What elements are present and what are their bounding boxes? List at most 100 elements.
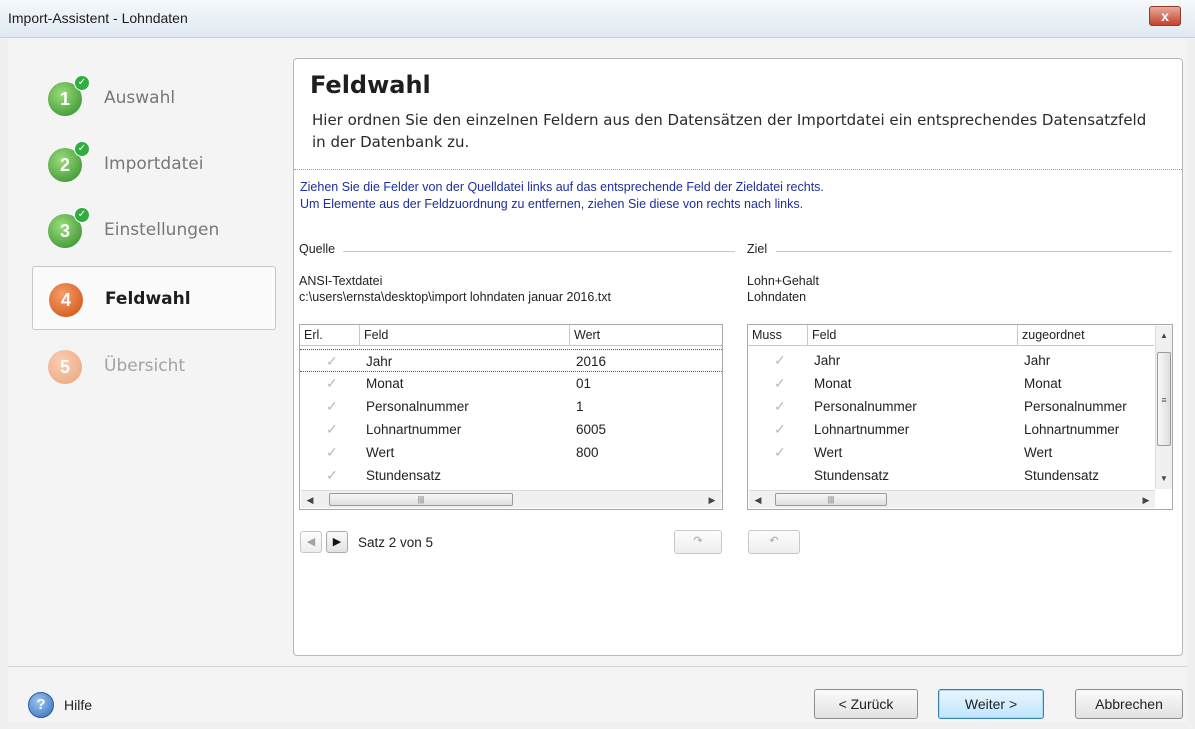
field-name: Wert [814,445,843,460]
checkmark-icon: ✓ [774,444,786,460]
field-name: Lohnartnummer [814,422,910,437]
scroll-up-icon[interactable]: ▲ [1157,329,1171,343]
target-group-label: Ziel [747,242,768,256]
step-auswahl[interactable]: 1 ✓ Auswahl [32,66,276,130]
divider [776,251,1172,252]
cancel-button[interactable]: Abbrechen [1075,689,1183,719]
target-info: Lohn+Gehalt Lohndaten [747,273,819,305]
source-file-path: c:\users\ernsta\desktop\import lohndaten… [299,290,611,304]
back-button[interactable]: < Zurück [814,689,918,719]
checkmark-icon: ✓ [74,141,90,157]
field-value: 2016 [576,354,607,369]
source-field-table[interactable]: Erl. Feld Wert ✓ Jahr 2016 ✓ Monat 01 ✓ … [299,324,723,510]
assigned-field: Lohnartnummer [1024,422,1120,437]
step-number-badge: 4 [49,283,83,317]
table-row[interactable]: ✓ Lohnartnummer Lohnartnummer [748,418,1154,441]
redo-icon: ↷ [693,535,703,547]
assigned-field: Stundensatz [1024,468,1100,483]
scroll-left-icon[interactable]: ◀ [303,493,317,507]
field-value: 6005 [576,422,607,437]
redo-button[interactable]: ↷ [674,530,722,554]
table-row[interactable]: ✓ Stundensatz [300,464,722,487]
divider [294,169,1182,170]
column-header-muss[interactable]: Muss [748,325,808,345]
vertical-scrollbar[interactable]: ▲ ≡ ▼ [1155,326,1172,489]
assigned-field: Monat [1024,376,1062,391]
step-label: Feldwahl [105,289,191,309]
horizontal-scrollbar[interactable]: ◀ ||| ▶ [749,490,1155,508]
field-value: 1 [576,399,584,414]
undo-button[interactable]: ↶ [748,530,800,554]
table-row[interactable]: ✓ Lohnartnummer 6005 [300,418,722,441]
column-header-feld[interactable]: Feld [808,325,1018,345]
field-name: Personalnummer [814,399,917,414]
checkmark-icon: ✓ [774,421,786,437]
table-row[interactable]: ✓ Personalnummer Personalnummer [748,395,1154,418]
scroll-left-icon[interactable]: ◀ [751,493,765,507]
title-bar: Import-Assistent - Lohndaten x [0,0,1195,38]
target-field-table[interactable]: Muss Feld zugeordnet ✓ Jahr Jahr ✓ Monat… [747,324,1173,510]
source-info: ANSI-Textdatei c:\users\ernsta\desktop\i… [299,273,611,305]
column-header-wert[interactable]: Wert [570,325,722,345]
table-row[interactable]: ✓ Monat Monat [748,372,1154,395]
source-file-type: ANSI-Textdatei [299,274,383,288]
table-header: Muss Feld zugeordnet [748,325,1154,346]
instruction-line: Ziehen Sie die Felder von der Quelldatei… [300,180,824,194]
checkmark-icon: ✓ [326,353,338,369]
field-name: Monat [814,376,852,391]
field-name: Jahr [814,353,841,368]
triangle-right-icon: ▶ [332,536,342,548]
scrollbar-thumb[interactable]: ||| [329,493,513,506]
column-header-feld[interactable]: Feld [360,325,570,345]
step-feldwahl[interactable]: 4 Feldwahl [32,266,276,330]
assigned-field: Wert [1024,445,1053,460]
checkmark-icon: ✓ [326,398,338,414]
field-name: Jahr [366,354,393,369]
step-uebersicht[interactable]: 5 Übersicht [32,334,276,398]
divider [343,251,735,252]
column-header-erl[interactable]: Erl. [300,325,360,345]
checkmark-icon: ✓ [74,75,90,91]
next-button[interactable]: Weiter > [938,689,1044,719]
instructions: Ziehen Sie die Felder von der Quelldatei… [300,179,824,213]
page-title: Feldwahl [310,71,431,99]
column-header-zugeordnet[interactable]: zugeordnet [1018,325,1154,345]
triangle-left-icon: ◀ [306,536,316,548]
step-label: Einstellungen [104,220,220,240]
table-row[interactable]: ✓ Jahr 2016 [300,349,722,372]
field-name: Wert [366,445,395,460]
checkmark-icon: ✓ [326,375,338,391]
step-label: Importdatei [104,154,204,174]
next-record-button[interactable]: ▶ [326,531,348,553]
target-database: Lohn+Gehalt [747,274,819,288]
field-name: Lohnartnummer [366,422,462,437]
table-row[interactable]: ✓ Jahr Jahr [748,349,1154,372]
previous-record-button[interactable]: ◀ [300,531,322,553]
checkmark-icon: ✓ [774,375,786,391]
table-row[interactable]: ✓ Personalnummer 1 [300,395,722,418]
table-row[interactable]: ✓ Monat 01 [300,372,722,395]
checkmark-icon: ✓ [326,467,338,483]
record-counter: Satz 2 von 5 [358,535,434,550]
scroll-right-icon[interactable]: ▶ [705,493,719,507]
field-name: Personalnummer [366,399,469,414]
step-einstellungen[interactable]: 3 ✓ Einstellungen [32,198,276,262]
checkmark-icon: ✓ [326,421,338,437]
table-row[interactable]: Stundensatz Stundensatz [748,464,1154,487]
checkmark-icon: ✓ [74,207,90,223]
scrollbar-thumb[interactable]: ||| [775,493,887,506]
scroll-right-icon[interactable]: ▶ [1139,493,1153,507]
step-importdatei[interactable]: 2 ✓ Importdatei [32,132,276,196]
scrollbar-thumb[interactable]: ≡ [1157,352,1171,446]
close-button[interactable]: x [1149,6,1181,26]
help-link[interactable]: Hilfe [64,697,92,713]
scroll-down-icon[interactable]: ▼ [1157,472,1171,486]
horizontal-scrollbar[interactable]: ◀ ||| ▶ [301,490,721,508]
step-number-badge: 5 [48,350,82,384]
instruction-line: Um Elemente aus der Feldzuordnung zu ent… [300,197,804,211]
assigned-field: Jahr [1024,353,1051,368]
help-icon[interactable]: ? [28,692,54,718]
table-row[interactable]: ✓ Wert 800 [300,441,722,464]
table-row[interactable]: ✓ Wert Wert [748,441,1154,464]
checkmark-icon: ✓ [774,398,786,414]
